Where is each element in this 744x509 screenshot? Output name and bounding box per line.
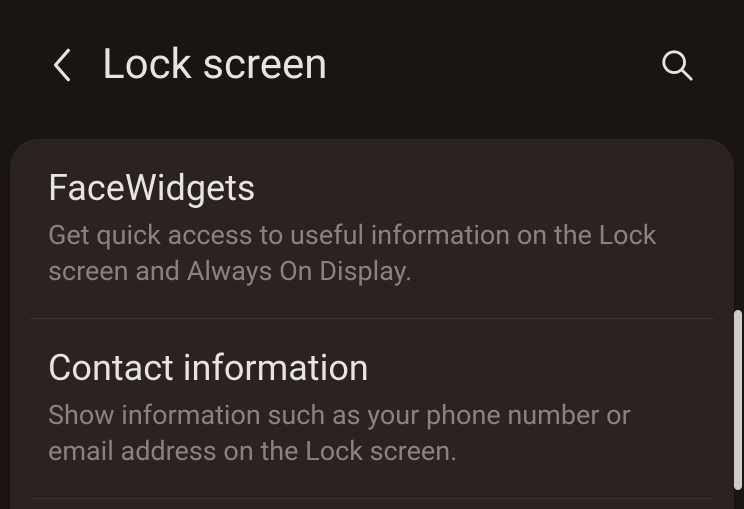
back-icon[interactable] xyxy=(50,46,72,84)
item-title: Contact information xyxy=(48,347,696,389)
list-item-contact-information[interactable]: Contact information Show information suc… xyxy=(10,319,734,498)
list-item-facewidgets[interactable]: FaceWidgets Get quick access to useful i… xyxy=(10,139,734,318)
divider xyxy=(30,498,714,499)
item-title: FaceWidgets xyxy=(48,167,696,209)
item-desc: Show information such as your phone numb… xyxy=(48,397,696,470)
page-title: Lock screen xyxy=(102,40,660,89)
search-icon[interactable] xyxy=(660,48,694,82)
item-desc: Get quick access to useful information o… xyxy=(48,217,696,290)
settings-list: FaceWidgets Get quick access to useful i… xyxy=(10,139,734,509)
header: Lock screen xyxy=(0,0,744,119)
scrollbar[interactable] xyxy=(734,310,742,490)
